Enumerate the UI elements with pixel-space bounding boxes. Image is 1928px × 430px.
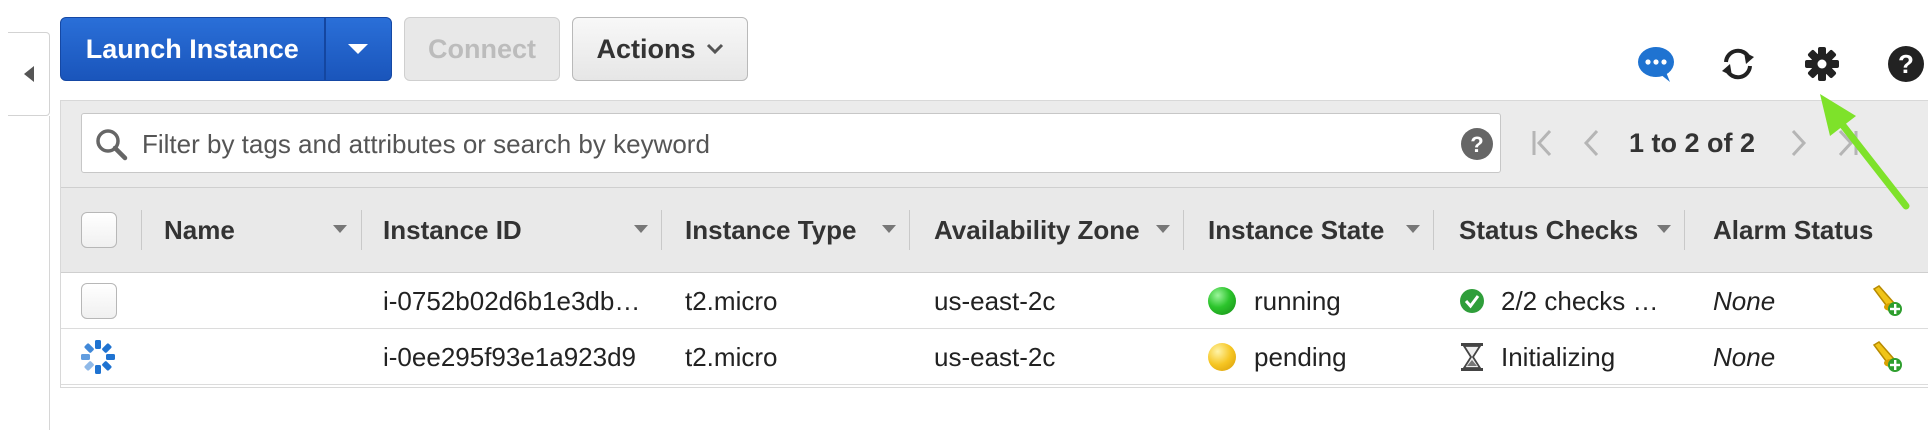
table-header: Name Instance ID Instance Type Availabil… xyxy=(61,187,1928,273)
cell-instance-state: pending xyxy=(1208,329,1428,385)
column-header-instance-state[interactable]: Instance State xyxy=(1208,188,1384,272)
pagination-range: 1 to 2 of 2 xyxy=(1629,127,1756,158)
actions-button[interactable]: Actions xyxy=(572,17,748,81)
column-label: Status Checks xyxy=(1459,214,1639,245)
caret-down-icon xyxy=(348,44,369,54)
column-label: Availability Zone xyxy=(934,214,1140,245)
first-page-icon xyxy=(1532,129,1552,157)
sort-caret-icon[interactable] xyxy=(634,225,648,233)
search-box[interactable]: ? xyxy=(81,113,1501,174)
instance-state-text: pending xyxy=(1254,341,1347,372)
column-header-status-checks[interactable]: Status Checks xyxy=(1459,188,1638,272)
status-checks-text: Initializing xyxy=(1501,341,1616,372)
table-row[interactable]: i-0ee295f93e1a923d9 t2.micro us-east-2c … xyxy=(61,329,1928,385)
cell-name xyxy=(164,329,354,385)
column-label: Instance Type xyxy=(685,214,857,245)
settings-gear-icon[interactable] xyxy=(1802,44,1842,84)
previous-page-button[interactable] xyxy=(1567,123,1615,163)
sort-caret-icon[interactable] xyxy=(333,225,347,233)
search-help-icon[interactable]: ? xyxy=(1460,127,1494,161)
column-divider xyxy=(141,210,142,250)
status-checks-text: 2/2 checks … xyxy=(1501,285,1659,316)
cell-name xyxy=(164,273,354,329)
column-divider xyxy=(661,210,662,250)
column-divider xyxy=(1433,210,1434,250)
column-divider xyxy=(1684,210,1685,250)
refresh-icon[interactable] xyxy=(1718,44,1758,84)
connect-label: Connect xyxy=(428,33,536,64)
cell-alarm-status: None xyxy=(1713,341,1776,372)
hourglass-icon xyxy=(1461,343,1483,371)
create-alarm-icon[interactable] xyxy=(1869,283,1905,319)
connect-button[interactable]: Connect xyxy=(404,17,560,81)
column-label: Instance ID xyxy=(383,214,522,245)
column-header-instance-type[interactable]: Instance Type xyxy=(685,188,856,272)
chevron-left-icon xyxy=(23,66,34,82)
cell-instance-id: i-0752b02d6b1e3db… xyxy=(383,285,641,316)
instance-state-text: running xyxy=(1254,285,1341,316)
sort-caret-icon[interactable] xyxy=(882,225,896,233)
actions-label: Actions xyxy=(596,33,696,64)
column-label: Alarm Status xyxy=(1713,214,1874,245)
running-status-icon xyxy=(1208,287,1236,315)
instances-panel: ? 1 to 2 of 2 xyxy=(60,100,1928,388)
cell-instance-type: t2.micro xyxy=(685,285,778,316)
check-circle-icon xyxy=(1460,289,1484,313)
column-divider xyxy=(909,210,910,250)
search-input[interactable] xyxy=(140,114,1434,174)
column-label: Instance State xyxy=(1208,214,1385,245)
cell-status-checks: Initializing xyxy=(1459,329,1684,385)
cell-instance-type: t2.micro xyxy=(685,341,778,372)
loading-spinner-icon xyxy=(81,340,115,374)
chat-icon[interactable] xyxy=(1636,44,1676,84)
help-icon[interactable]: ? xyxy=(1886,44,1926,84)
filter-bar: ? 1 to 2 of 2 xyxy=(61,101,1928,187)
cell-instance-id: i-0ee295f93e1a923d9 xyxy=(383,341,637,372)
cell-instance-state: running xyxy=(1208,273,1428,329)
chevron-down-icon xyxy=(706,43,723,55)
create-alarm-icon[interactable] xyxy=(1869,339,1905,375)
sidebar-divider xyxy=(49,116,50,430)
svg-text:?: ? xyxy=(1470,132,1483,157)
select-all-checkbox[interactable] xyxy=(81,212,117,248)
cell-alarm-status: None xyxy=(1713,285,1776,316)
cell-status-checks: 2/2 checks … xyxy=(1459,273,1684,329)
column-divider xyxy=(1183,210,1184,250)
chevron-left-icon xyxy=(1583,129,1599,157)
svg-text:?: ? xyxy=(1898,49,1914,79)
launch-instance-button[interactable]: Launch Instance xyxy=(60,17,392,81)
column-header-name[interactable]: Name xyxy=(164,188,235,272)
cell-availability-zone: us-east-2c xyxy=(934,285,1056,316)
column-divider xyxy=(361,210,362,250)
row-checkbox[interactable] xyxy=(81,283,117,319)
column-header-availability-zone[interactable]: Availability Zone xyxy=(934,188,1140,272)
annotation-arrow xyxy=(1820,94,1910,210)
column-header-instance-id[interactable]: Instance ID xyxy=(383,188,522,272)
search-icon xyxy=(96,129,128,161)
first-page-button[interactable] xyxy=(1519,123,1567,163)
launch-instance-label: Launch Instance xyxy=(85,33,299,64)
column-label: Name xyxy=(164,214,235,245)
table-row[interactable]: i-0752b02d6b1e3db… t2.micro us-east-2c r… xyxy=(61,273,1928,329)
pending-status-icon xyxy=(1208,343,1236,371)
sort-caret-icon[interactable] xyxy=(1657,225,1671,233)
collapse-sidebar-tab[interactable] xyxy=(8,32,50,116)
sort-caret-icon[interactable] xyxy=(1156,225,1170,233)
launch-options-dropdown[interactable] xyxy=(323,18,391,80)
sort-caret-icon[interactable] xyxy=(1406,225,1420,233)
cell-availability-zone: us-east-2c xyxy=(934,341,1056,372)
